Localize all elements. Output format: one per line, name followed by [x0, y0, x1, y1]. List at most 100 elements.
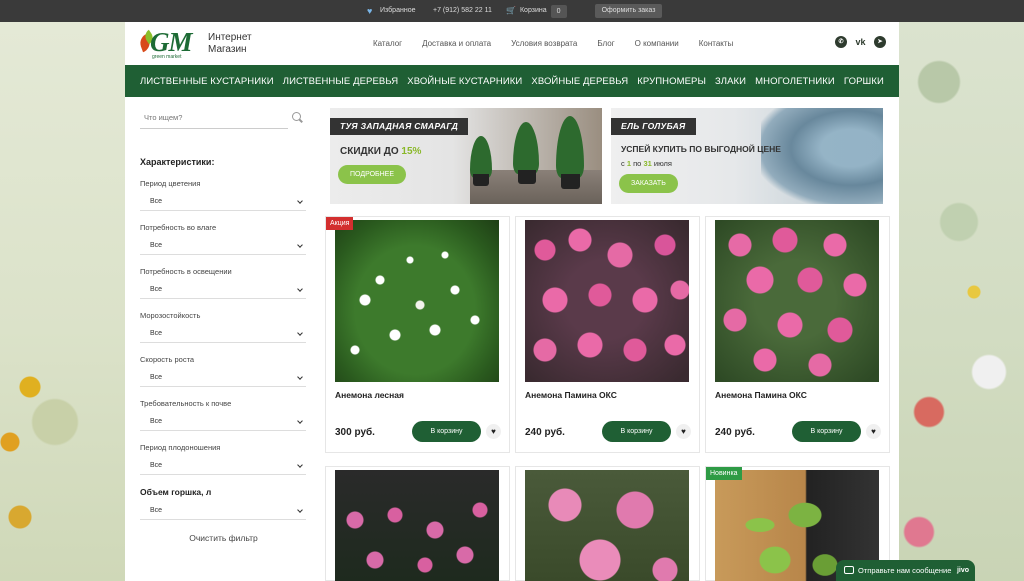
banner-tag: ЕЛЬ ГОЛУБАЯ — [611, 118, 696, 135]
category-large-trees[interactable]: КРУПНОМЕРЫ — [637, 76, 706, 87]
category-deciduous-shrubs[interactable]: ЛИСТВЕННЫЕ КУСТАРНИКИ — [140, 76, 274, 87]
add-to-cart-button[interactable]: В корзину — [602, 421, 671, 442]
filter-select[interactable]: Все — [140, 193, 306, 211]
checkout-button[interactable]: Оформить заказ — [595, 4, 662, 18]
product-card[interactable] — [515, 466, 700, 581]
filter-select[interactable]: Все — [140, 281, 306, 299]
product-image[interactable] — [525, 470, 689, 581]
product-name[interactable]: Анемона Памина ОКС — [525, 390, 617, 400]
product-card[interactable]: Анемона Памина ОКС 240 руб. В корзину ♥ — [515, 216, 700, 453]
banner-headline-text: СКИДКИ ДО — [340, 146, 399, 157]
date-from: 1 — [626, 159, 632, 168]
filter-label: Период плодоношения — [140, 443, 221, 452]
logo-sub: green market — [152, 54, 182, 60]
filter-select[interactable]: Все — [140, 237, 306, 255]
telegram-icon[interactable]: ➤ — [874, 36, 886, 48]
chevron-down-icon — [297, 242, 303, 248]
chevron-down-icon — [297, 418, 303, 424]
filter-value: Все — [150, 242, 163, 249]
thuja-image — [470, 136, 492, 178]
promo-banner-thuja[interactable]: ТУЯ ЗАПАДНАЯ СМАРАГД СКИДКИ ДО 15% ПОДРО… — [330, 108, 602, 204]
nav-catalog[interactable]: Каталог — [373, 39, 402, 48]
filter-label: Требовательность к почве — [140, 399, 232, 408]
favorite-heart-icon[interactable]: ♥ — [676, 424, 691, 439]
pot-image — [473, 174, 489, 186]
product-card[interactable] — [325, 466, 510, 581]
product-price: 240 руб. — [715, 427, 755, 438]
filter-label: Потребность в освещении — [140, 267, 232, 276]
thuja-image — [556, 116, 584, 178]
chevron-down-icon — [297, 507, 303, 513]
site-header: GM green market Интернет Магазин Каталог… — [125, 22, 899, 65]
category-conifer-shrubs[interactable]: ХВОЙНЫЕ КУСТАРНИКИ — [407, 76, 522, 87]
more-button[interactable]: ПОДРОБНЕЕ — [338, 165, 407, 184]
nav-returns[interactable]: Условия возврата — [511, 39, 577, 48]
filter-select[interactable]: Все — [140, 502, 306, 520]
banner-headline: СКИДКИ ДО 15% — [340, 146, 421, 157]
filter-select[interactable]: Все — [140, 369, 306, 387]
product-image[interactable] — [335, 470, 499, 581]
chevron-down-icon — [297, 198, 303, 204]
order-button[interactable]: ЗАКАЗАТЬ — [619, 174, 678, 193]
category-conifer-trees[interactable]: ХВОЙНЫЕ ДЕРЕВЬЯ — [531, 76, 628, 87]
phone-number: +7 (912) 582 22 11 — [433, 7, 492, 14]
add-to-cart-button[interactable]: В корзину — [792, 421, 861, 442]
cart-link[interactable]: 🛒 Корзина 0 — [506, 0, 567, 22]
product-image[interactable] — [715, 220, 879, 382]
thuja-image — [513, 122, 539, 174]
favorite-heart-icon[interactable]: ♥ — [486, 424, 501, 439]
filter-growth-rate: Скорость роста Все — [140, 355, 307, 387]
chevron-down-icon — [297, 330, 303, 336]
category-pots[interactable]: ГОРШКИ — [844, 76, 884, 87]
filter-value: Все — [150, 462, 163, 469]
add-to-cart-button[interactable]: В корзину — [412, 421, 481, 442]
category-perennials[interactable]: МНОГОЛЕТНИКИ — [755, 76, 835, 87]
chevron-down-icon — [297, 286, 303, 292]
category-grasses[interactable]: ЗЛАКИ — [715, 76, 746, 87]
social-links: ✆ vk ➤ — [835, 36, 886, 48]
product-card[interactable]: Акция Анемона лесная 300 руб. В корзину … — [325, 216, 510, 453]
clear-filter-link[interactable]: Очистить фильтр — [140, 533, 307, 543]
product-name[interactable]: Анемона Памина ОКС — [715, 390, 807, 400]
product-price: 300 руб. — [335, 427, 375, 438]
cart-icon: 🛒 — [506, 6, 516, 15]
nav-delivery[interactable]: Доставка и оплата — [422, 39, 491, 48]
product-card[interactable]: Анемона Памина ОКС 240 руб. В корзину ♥ — [705, 216, 890, 453]
filter-pot-volume: Объем горшка, л Все — [140, 487, 307, 520]
new-badge: Новинка — [706, 467, 742, 480]
product-image[interactable] — [335, 220, 499, 382]
favorites-link[interactable]: ♥ Избранное — [367, 0, 415, 22]
product-name[interactable]: Анемона лесная — [335, 390, 404, 400]
favorite-heart-icon[interactable]: ♥ — [866, 424, 881, 439]
filter-select[interactable]: Все — [140, 325, 306, 343]
category-deciduous-trees[interactable]: ЛИСТВЕННЫЕ ДЕРЕВЬЯ — [283, 76, 398, 87]
filter-bloom-period: Период цветения Все — [140, 179, 307, 211]
phone-link[interactable]: +7 (912) 582 22 11 — [433, 0, 492, 22]
vk-icon[interactable]: vk — [853, 36, 868, 48]
category-navigation: ЛИСТВЕННЫЕ КУСТАРНИКИ ЛИСТВЕННЫЕ ДЕРЕВЬЯ… — [125, 65, 899, 97]
logo[interactable]: GM green market Интернет Магазин — [137, 27, 275, 61]
chevron-down-icon — [297, 462, 303, 468]
filter-select[interactable]: Все — [140, 457, 306, 475]
promo-banner-spruce[interactable]: ЕЛЬ ГОЛУБАЯ УСПЕЙ КУПИТЬ ПО ВЫГОДНОЙ ЦЕН… — [611, 108, 883, 204]
search-icon[interactable] — [292, 112, 301, 121]
top-navigation: Каталог Доставка и оплата Условия возвра… — [373, 22, 753, 65]
favorites-label: Избранное — [380, 7, 416, 14]
banner-headline: УСПЕЙ КУПИТЬ ПО ВЫГОДНОЙ ЦЕНЕ — [621, 144, 781, 154]
whatsapp-icon[interactable]: ✆ — [835, 36, 847, 48]
filter-light: Потребность в освещении Все — [140, 267, 307, 299]
cart-count-badge: 0 — [550, 4, 567, 18]
logo-mark: GM green market — [137, 27, 204, 61]
search-input[interactable] — [140, 107, 270, 127]
nav-blog[interactable]: Блог — [597, 39, 614, 48]
filter-label: Период цветения — [140, 179, 201, 188]
chat-widget[interactable]: Отправьте нам сообщение jivo — [836, 560, 975, 581]
nav-about[interactable]: О компании — [635, 39, 679, 48]
filter-label: Скорость роста — [140, 355, 195, 364]
background-flowers-left — [0, 22, 125, 581]
nav-contacts[interactable]: Контакты — [699, 39, 734, 48]
filters-title: Характеристики: — [140, 157, 215, 167]
date-to: 31 — [643, 159, 652, 168]
filter-select[interactable]: Все — [140, 413, 306, 431]
product-image[interactable] — [525, 220, 689, 382]
